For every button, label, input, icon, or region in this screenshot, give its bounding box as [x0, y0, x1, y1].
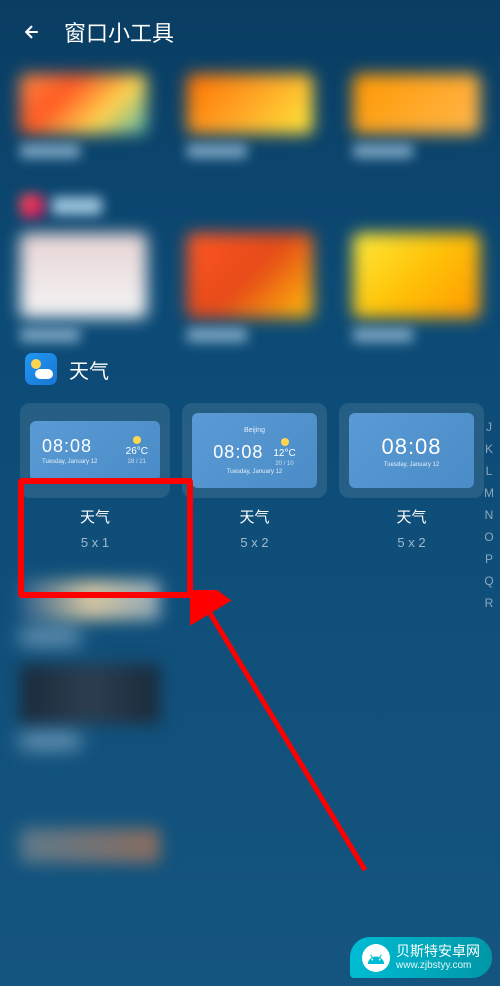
blurred-section — [20, 194, 480, 218]
watermark-title: 贝斯特安卓网 — [396, 943, 480, 960]
weather-app-icon — [25, 353, 57, 385]
widget-inner: 08:08 Tuesday, January 12 — [349, 413, 474, 488]
alpha-index-letter[interactable]: K — [484, 442, 494, 456]
widget-size: 5 x 1 — [81, 535, 109, 550]
widget-location: Beijing — [244, 427, 265, 434]
alpha-index-letter[interactable]: O — [484, 530, 494, 544]
blurred-item — [353, 74, 480, 164]
widget-label: 天气 — [396, 506, 426, 527]
widget-temp: 12°C — [273, 448, 295, 459]
weather-widget-row: 08:08 Tuesday, January 12 26°C 28 / 21 天… — [20, 403, 480, 550]
watermark: 贝斯特安卓网 www.zjbstyy.com — [350, 937, 492, 978]
weather-widget-5x2-a[interactable]: Beijing 08:08 12°C 20 / 10 Tuesday, Janu… — [182, 403, 327, 550]
widget-size: 5 x 2 — [397, 535, 425, 550]
blurred-item — [20, 74, 147, 164]
alpha-index-letter[interactable]: P — [484, 552, 494, 566]
alpha-index: J K L M N O P Q R — [484, 420, 494, 610]
widget-date: Tuesday, January 12 — [227, 469, 282, 475]
section-title: 天气 — [69, 355, 109, 384]
weather-widget-5x1[interactable]: 08:08 Tuesday, January 12 26°C 28 / 21 天… — [20, 403, 170, 550]
widget-temp-range: 28 / 21 — [128, 459, 146, 465]
weather-section-header: 天气 — [25, 353, 480, 385]
watermark-logo-icon — [362, 944, 390, 972]
widget-size: 5 x 2 — [240, 535, 268, 550]
blurred-widget-row — [20, 74, 480, 164]
arrow-left-icon — [22, 22, 42, 42]
blurred-item — [353, 233, 480, 323]
alpha-index-letter[interactable]: M — [484, 486, 494, 500]
widget-preview: 08:08 Tuesday, January 12 26°C 28 / 21 — [20, 403, 170, 498]
weather-widget-5x2-b[interactable]: 08:08 Tuesday, January 12 天气 5 x 2 — [339, 403, 484, 550]
page-title: 窗口小工具 — [64, 16, 174, 48]
blurred-item — [20, 233, 147, 323]
alpha-index-letter[interactable]: L — [484, 464, 494, 478]
widget-label: 天气 — [80, 506, 110, 527]
sun-icon — [133, 436, 141, 444]
widget-preview: Beijing 08:08 12°C 20 / 10 Tuesday, Janu… — [182, 403, 327, 498]
alpha-index-letter[interactable]: Q — [484, 574, 494, 588]
header-bar: 窗口小工具 — [0, 0, 500, 64]
widget-time: 08:08 — [42, 436, 97, 457]
widget-inner: Beijing 08:08 12°C 20 / 10 Tuesday, Janu… — [192, 413, 317, 488]
widget-date: Tuesday, January 12 — [384, 462, 439, 468]
widget-temp-range: 20 / 10 — [275, 461, 293, 467]
widget-date: Tuesday, January 12 — [42, 459, 97, 465]
alpha-index-letter[interactable]: N — [484, 508, 494, 522]
widget-temp: 26°C — [126, 446, 148, 457]
widget-time: 08:08 — [381, 434, 441, 460]
alpha-index-letter[interactable]: J — [484, 420, 494, 434]
blurred-widget-row — [20, 233, 480, 323]
alpha-index-letter[interactable]: R — [484, 596, 494, 610]
widget-label: 天气 — [239, 506, 269, 527]
blurred-bottom-section — [20, 580, 480, 863]
widget-inner: 08:08 Tuesday, January 12 26°C 28 / 21 — [30, 421, 160, 481]
sun-icon — [281, 438, 289, 446]
watermark-url: www.zjbstyy.com — [396, 960, 480, 972]
widget-time: 08:08 — [213, 442, 263, 463]
blurred-item — [187, 233, 314, 323]
back-button[interactable] — [20, 20, 44, 44]
blurred-item — [187, 74, 314, 164]
widget-preview: 08:08 Tuesday, January 12 — [339, 403, 484, 498]
content-area: 天气 08:08 Tuesday, January 12 26°C 28 / 2… — [0, 64, 500, 893]
